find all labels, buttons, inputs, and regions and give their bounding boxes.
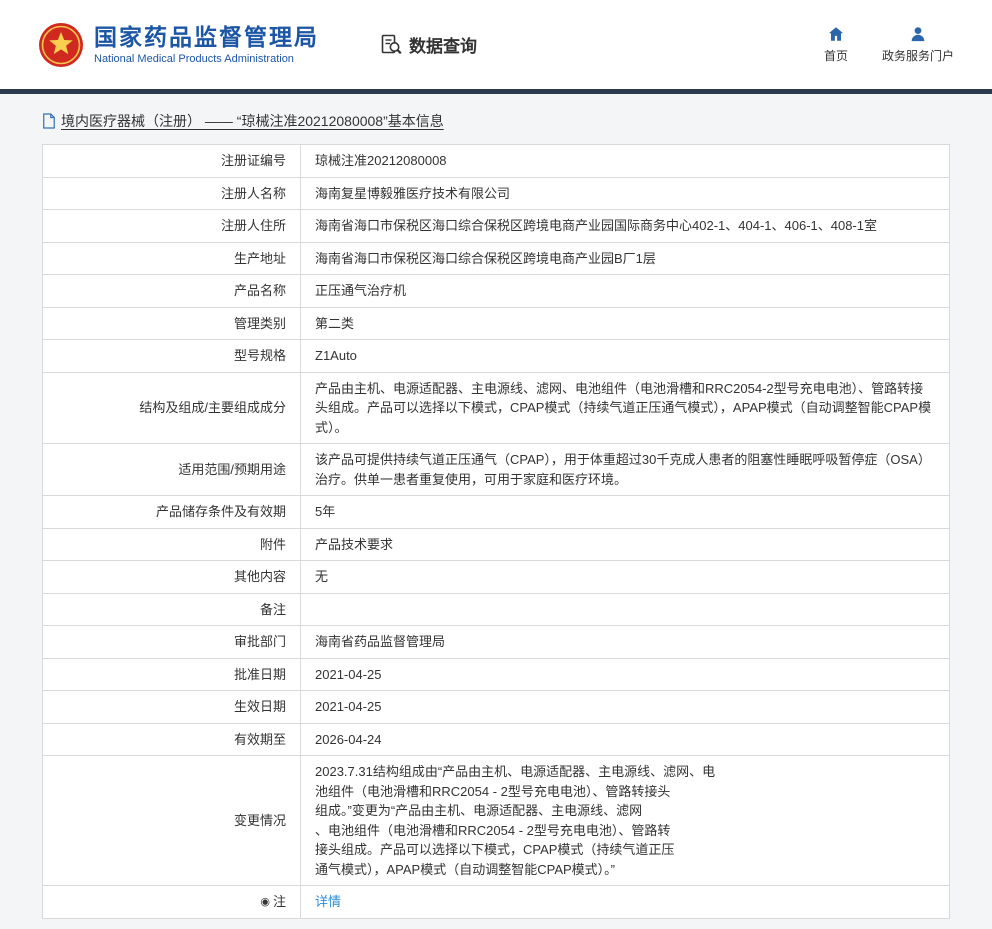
- page-title: 境内医疗器械（注册） —— “琼械注准20212080008”基本信息: [42, 111, 950, 131]
- row-label: 产品储存条件及有效期: [43, 496, 301, 529]
- org-name-en: National Medical Products Administration: [94, 53, 319, 65]
- home-icon: [827, 25, 845, 43]
- row-value: 琼械注准20212080008: [301, 145, 950, 178]
- row-label: 批准日期: [43, 658, 301, 691]
- row-label: ◉注: [43, 886, 301, 919]
- document-icon: [42, 113, 56, 129]
- table-row: 注册证编号琼械注准20212080008: [43, 145, 950, 178]
- row-label: 生产地址: [43, 242, 301, 275]
- nav-portal-label: 政务服务门户: [882, 47, 954, 64]
- table-row: 产品储存条件及有效期5年: [43, 496, 950, 529]
- nav-home-label: 首页: [824, 47, 848, 64]
- registration-info-table: 注册证编号琼械注准20212080008注册人名称海南复星博毅雅医疗技术有限公司…: [42, 144, 950, 919]
- data-query-label: 数据查询: [409, 32, 477, 57]
- table-row: 备注: [43, 593, 950, 626]
- user-icon: [909, 25, 927, 43]
- row-value: 5年: [301, 496, 950, 529]
- row-label: 注册证编号: [43, 145, 301, 178]
- row-value: 无: [301, 561, 950, 594]
- row-value: 海南省药品监督管理局: [301, 626, 950, 659]
- row-label: 附件: [43, 528, 301, 561]
- table-row: 有效期至2026-04-24: [43, 723, 950, 756]
- row-value: 详情: [301, 886, 950, 919]
- table-row: 结构及组成/主要组成成分产品由主机、电源适配器、主电源线、滤网、电池组件（电池滑…: [43, 372, 950, 444]
- table-row: 产品名称正压通气治疗机: [43, 275, 950, 308]
- row-label: 备注: [43, 593, 301, 626]
- row-label: 结构及组成/主要组成成分: [43, 372, 301, 444]
- table-row: 注册人名称海南复星博毅雅医疗技术有限公司: [43, 177, 950, 210]
- org-name-cn: 国家药品监督管理局: [94, 24, 319, 52]
- table-row: 生效日期2021-04-25: [43, 691, 950, 724]
- top-nav: 首页 政务服务门户: [824, 25, 954, 64]
- row-value: 产品由主机、电源适配器、主电源线、滤网、电池组件（电池滑槽和RRC2054-2型…: [301, 372, 950, 444]
- row-label: 其他内容: [43, 561, 301, 594]
- row-value: 2021-04-25: [301, 691, 950, 724]
- table-row: 生产地址海南省海口市保税区海口综合保税区跨境电商产业园B厂1层: [43, 242, 950, 275]
- table-row: 注册人住所海南省海口市保税区海口综合保税区跨境电商产业园国际商务中心402-1、…: [43, 210, 950, 243]
- brand-text: 国家药品监督管理局 National Medical Products Admi…: [94, 24, 319, 66]
- row-value: 海南省海口市保税区海口综合保税区跨境电商产业园国际商务中心402-1、404-1…: [301, 210, 950, 243]
- table-row: 管理类别第二类: [43, 307, 950, 340]
- table-row: 审批部门海南省药品监督管理局: [43, 626, 950, 659]
- table-row: 附件产品技术要求: [43, 528, 950, 561]
- page-title-text: 境内医疗器械（注册） —— “琼械注准20212080008”基本信息: [61, 111, 444, 131]
- row-label: 生效日期: [43, 691, 301, 724]
- row-value: 海南复星博毅雅医疗技术有限公司: [301, 177, 950, 210]
- row-value: 海南省海口市保税区海口综合保税区跨境电商产业园B厂1层: [301, 242, 950, 275]
- row-value: 第二类: [301, 307, 950, 340]
- nav-home[interactable]: 首页: [824, 25, 848, 64]
- row-value: 产品技术要求: [301, 528, 950, 561]
- table-row: 其他内容无: [43, 561, 950, 594]
- national-emblem-icon: [38, 22, 84, 68]
- row-label: 产品名称: [43, 275, 301, 308]
- data-query-icon: [379, 33, 403, 57]
- nmpa-brand[interactable]: 国家药品监督管理局 National Medical Products Admi…: [38, 22, 319, 68]
- row-label: 型号规格: [43, 340, 301, 373]
- main-content: 境内医疗器械（注册） —— “琼械注准20212080008”基本信息 注册证编…: [0, 94, 992, 929]
- row-value: [301, 593, 950, 626]
- row-label: 审批部门: [43, 626, 301, 659]
- note-icon: ◉: [260, 896, 270, 908]
- row-value: Z1Auto: [301, 340, 950, 373]
- row-value: 2021-04-25: [301, 658, 950, 691]
- row-value: 该产品可提供持续气道正压通气（CPAP），用于体重超过30千克成人患者的阻塞性睡…: [301, 444, 950, 496]
- detail-link[interactable]: 详情: [315, 894, 341, 909]
- table-row: ◉注详情: [43, 886, 950, 919]
- site-header: 国家药品监督管理局 National Medical Products Admi…: [0, 0, 992, 89]
- row-label: 有效期至: [43, 723, 301, 756]
- table-row: 适用范围/预期用途该产品可提供持续气道正压通气（CPAP），用于体重超过30千克…: [43, 444, 950, 496]
- row-label: 适用范围/预期用途: [43, 444, 301, 496]
- row-value: 正压通气治疗机: [301, 275, 950, 308]
- table-row: 批准日期2021-04-25: [43, 658, 950, 691]
- row-label: 注册人住所: [43, 210, 301, 243]
- data-query-tab[interactable]: 数据查询: [379, 32, 477, 57]
- row-value: 2023.7.31结构组成由“产品由主机、电源适配器、主电源线、滤网、电 池组件…: [301, 756, 950, 886]
- row-label: 变更情况: [43, 756, 301, 886]
- table-row: 变更情况2023.7.31结构组成由“产品由主机、电源适配器、主电源线、滤网、电…: [43, 756, 950, 886]
- row-label: 管理类别: [43, 307, 301, 340]
- row-value: 2026-04-24: [301, 723, 950, 756]
- nav-portal[interactable]: 政务服务门户: [882, 25, 954, 64]
- row-label: 注册人名称: [43, 177, 301, 210]
- table-row: 型号规格Z1Auto: [43, 340, 950, 373]
